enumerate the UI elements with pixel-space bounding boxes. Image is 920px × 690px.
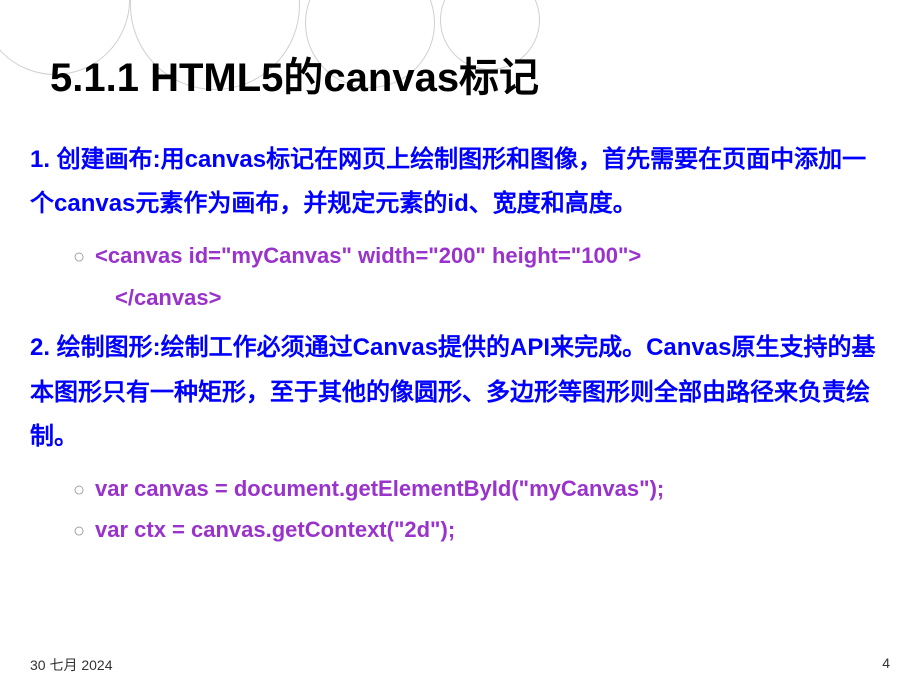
section1-code-line1: ○ <canvas id="myCanvas" width="200" heig… [95,235,890,277]
footer-date: 30 七月 2024 [30,655,113,675]
slide-title: 5.1.1 HTML5的canvas标记 [50,45,890,103]
bullet-icon: ○ [73,512,85,550]
code-text: var canvas = document.getElementById("my… [95,476,664,501]
section2-code-line2: ○ var ctx = canvas.getContext("2d"); [95,509,890,551]
code-text: <canvas id="myCanvas" width="200" height… [95,243,641,268]
section1-text: 1. 创建画布:用canvas标记在网页上绘制图形和图像，首先需要在页面中添加一… [30,138,890,227]
section1-code-line2: </canvas> [115,277,890,319]
bullet-icon: ○ [73,471,85,509]
section2-text: 2. 绘制图形:绘制工作必须通过Canvas提供的API来完成。Canvas原生… [30,326,890,459]
code-text: var ctx = canvas.getContext("2d"); [95,517,455,542]
footer-page-number: 4 [882,655,890,675]
bullet-icon: ○ [73,238,85,276]
section2-code-line1: ○ var canvas = document.getElementById("… [95,468,890,510]
slide-footer: 30 七月 2024 4 [30,655,890,675]
slide-content: 5.1.1 HTML5的canvas标记 1. 创建画布:用canvas标记在网… [0,0,920,571]
